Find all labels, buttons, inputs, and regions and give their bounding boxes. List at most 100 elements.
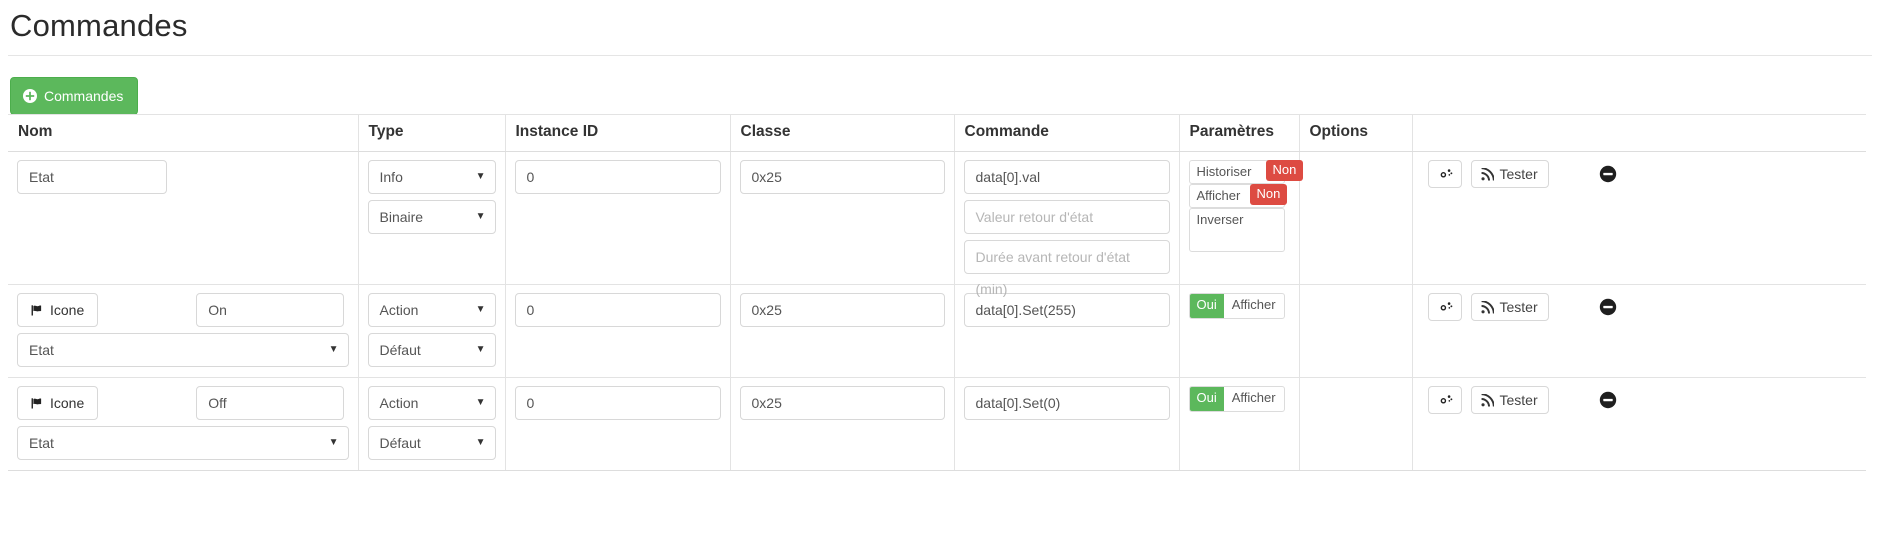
cell-parametres: Oui Afficher (1178, 377, 1299, 471)
tester-button[interactable]: Tester (1470, 386, 1549, 414)
subtype-select-value: Défaut (379, 342, 421, 358)
commande-input[interactable]: data[0].Set(255) (963, 293, 1170, 327)
type-select[interactable]: Action ▼ (367, 293, 496, 327)
table-header-row: Nom Type Instance ID Classe Commande Par… (8, 114, 1866, 152)
cell-commande: data[0].val Valeur retour d'état Durée a… (953, 151, 1179, 297)
subtype-select[interactable]: Défaut ▼ (367, 426, 496, 460)
configure-button[interactable] (1427, 386, 1462, 414)
cell-parametres: Historiser Non Afficher Non Inverser (1178, 151, 1304, 285)
param-afficher-toggle[interactable]: Oui Afficher (1188, 386, 1285, 412)
param-inverser-label: Inverser (1196, 212, 1244, 227)
cell-actions: Tester (1411, 151, 1866, 285)
nom-name-input[interactable]: On (196, 293, 345, 327)
nom-parent-select-value: Etat (29, 342, 54, 358)
commande-input[interactable]: data[0].Set(0) (963, 386, 1170, 420)
instance-id-input[interactable]: 0 (514, 160, 721, 194)
cell-options (1298, 377, 1412, 471)
param-afficher-badge: Non (1249, 184, 1288, 205)
gears-icon (1437, 167, 1453, 182)
chevron-down-icon: ▼ (328, 437, 339, 448)
type-select-value: Action (379, 395, 419, 411)
param-historiser-badge: Non (1265, 160, 1304, 181)
tester-label: Tester (1499, 166, 1538, 182)
cell-nom: Etat (8, 151, 358, 285)
add-commande-button[interactable]: Commandes (10, 77, 139, 115)
cell-instance-id: 0 (504, 151, 730, 285)
classe-input[interactable]: 0x25 (739, 160, 945, 194)
remove-row-button[interactable] (1599, 391, 1617, 409)
toolbar: Commandes (0, 56, 1880, 115)
cell-instance-id: 0 (504, 377, 730, 471)
tester-label: Tester (1499, 392, 1538, 408)
chevron-down-icon: ▼ (475, 304, 486, 315)
nom-input[interactable]: Etat (17, 160, 167, 194)
commandes-table: Nom Type Instance ID Classe Commande Par… (8, 114, 1866, 471)
remove-row-button[interactable] (1599, 165, 1617, 183)
subtype-select[interactable]: Défaut ▼ (367, 333, 496, 367)
cell-options (1298, 284, 1412, 378)
column-header-nom: Nom (8, 114, 358, 152)
instance-id-input[interactable]: 0 (514, 386, 721, 420)
nom-name-input[interactable]: Off (196, 386, 345, 420)
chevron-down-icon: ▼ (475, 344, 486, 355)
param-inverser[interactable]: Inverser (1188, 208, 1285, 252)
cell-type: Info ▼ Binaire ▼ (357, 151, 505, 285)
cell-classe: 0x25 (729, 377, 954, 471)
param-afficher-toggle[interactable]: Oui Afficher (1188, 293, 1285, 319)
plus-circle-icon (23, 89, 37, 103)
nom-top-group: Icone On (17, 293, 349, 327)
subtype-select-value: Binaire (379, 209, 424, 225)
classe-input[interactable]: 0x25 (739, 293, 945, 327)
remove-row-button[interactable] (1599, 298, 1617, 316)
duree-avant-retour-etat-input[interactable]: Durée avant retour d'état (min) (963, 240, 1170, 297)
chevron-down-icon: ▼ (475, 437, 486, 448)
tester-label: Tester (1499, 299, 1538, 315)
configure-button[interactable] (1427, 293, 1462, 321)
commande-input[interactable]: data[0].val (963, 160, 1170, 194)
cell-classe: 0x25 (729, 151, 954, 285)
icone-button-label: Icone (50, 395, 85, 411)
column-header-actions (1411, 114, 1866, 152)
valeur-retour-etat-input[interactable]: Valeur retour d'état (963, 200, 1170, 234)
type-select[interactable]: Info ▼ (367, 160, 496, 194)
param-historiser-label: Historiser (1196, 164, 1252, 179)
classe-input[interactable]: 0x25 (739, 386, 945, 420)
table-row: Etat Info ▼ Binaire ▼ 0 0x25 data[0].val… (8, 151, 1866, 297)
subtype-select-value: Défaut (379, 435, 421, 451)
icone-button[interactable]: Icone (17, 293, 99, 327)
tester-button[interactable]: Tester (1470, 160, 1549, 188)
nom-parent-select[interactable]: Etat ▼ (17, 333, 349, 367)
rss-signal-icon (1480, 393, 1494, 407)
param-historiser[interactable]: Historiser Non (1188, 160, 1304, 184)
column-header-classe: Classe (729, 114, 954, 152)
type-select[interactable]: Action ▼ (367, 386, 496, 420)
param-afficher[interactable]: Afficher Non (1188, 184, 1288, 208)
cell-nom: Icone On Etat ▼ (8, 284, 358, 378)
flag-icon (31, 397, 44, 410)
icone-button-label: Icone (50, 302, 85, 318)
column-header-options: Options (1298, 114, 1412, 152)
gears-icon (1437, 393, 1453, 408)
param-afficher-state: Oui (1189, 294, 1224, 318)
row-actions: Tester (1422, 293, 1858, 321)
chevron-down-icon: ▼ (475, 171, 486, 182)
table-row: Icone Off Etat ▼ Action ▼ Défaut ▼ 0 0x2… (8, 377, 1866, 471)
table-row: Icone On Etat ▼ Action ▼ Défaut ▼ 0 0x25… (8, 284, 1866, 378)
configure-button[interactable] (1427, 160, 1462, 188)
subtype-select[interactable]: Binaire ▼ (367, 200, 496, 234)
rss-signal-icon (1480, 300, 1494, 314)
icone-button[interactable]: Icone (17, 386, 99, 420)
tester-button[interactable]: Tester (1470, 293, 1549, 321)
column-header-parametres: Paramètres (1178, 114, 1299, 152)
param-afficher-label: Afficher (1231, 390, 1276, 405)
row-actions: Tester (1422, 386, 1858, 414)
gears-icon (1437, 300, 1453, 315)
cell-commande: data[0].Set(255) (953, 284, 1179, 378)
param-afficher-state: Oui (1189, 387, 1224, 411)
cell-options (1298, 151, 1412, 285)
instance-id-input[interactable]: 0 (514, 293, 721, 327)
nom-parent-select[interactable]: Etat ▼ (17, 426, 349, 460)
param-afficher-label: Afficher (1231, 297, 1276, 312)
rss-signal-icon (1480, 167, 1494, 181)
commandes-page: Commandes Commandes Nom Type Instance ID (0, 0, 1880, 553)
